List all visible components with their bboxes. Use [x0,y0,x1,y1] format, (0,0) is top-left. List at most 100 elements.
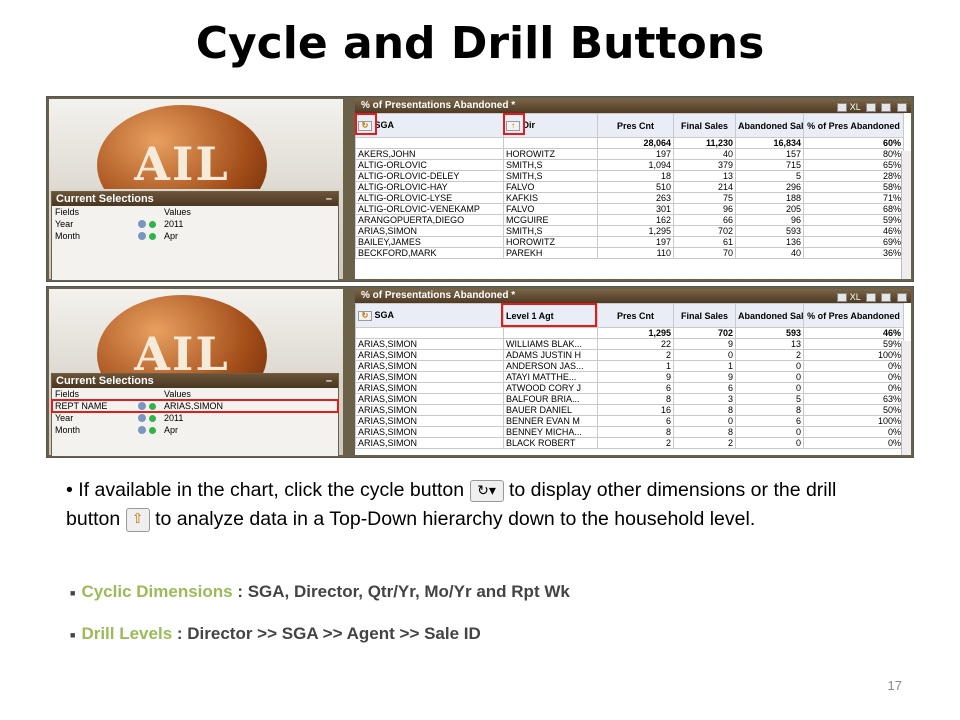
cycle-icon[interactable]: ↻ [358,310,372,321]
table-cell[interactable]: ARANGOPUERTA,DIEGO [355,214,504,226]
table-cell[interactable]: BALFOUR BRIA... [503,393,598,405]
search-icon[interactable] [138,426,146,434]
selection-row[interactable]: Month Apr [52,424,338,436]
print-icon[interactable] [837,103,848,113]
table-row[interactable]: ARIAS,SIMON ATWOOD CORY J 6 6 0 0% [355,382,904,394]
column-header[interactable]: Abandoned Sales [735,113,804,138]
selection-row[interactable]: Year 2011 [52,412,338,424]
table-row[interactable]: ALTIG-ORLOVIC-DELEY SMITH,S 18 13 5 28% [355,170,904,182]
table-cell[interactable]: HOROWITZ [503,148,598,160]
column-header-sga[interactable]: ↻ SGA [355,303,504,328]
table-cell[interactable]: ARIAS,SIMON [355,393,504,405]
table-row[interactable]: ARIAS,SIMON ANDERSON JAS... 1 1 0 0% [355,360,904,372]
search-icon[interactable] [138,402,146,410]
table-cell[interactable]: ALTIG-ORLOVIC-LYSE [355,192,504,204]
restore-icon[interactable] [865,293,876,303]
table-row[interactable]: ARIAS,SIMON SMITH,S 1,295 702 593 46% [355,225,904,237]
table-row[interactable]: ALTIG-ORLOVIC-VENEKAMP FALVO 301 96 205 68% [355,203,904,215]
table-cell[interactable]: ALTIG-ORLOVIC-HAY [355,181,504,193]
selection-row[interactable]: Year 2011 [52,218,338,230]
table-row[interactable]: BECKFORD,MARK PAREKH 110 70 40 36% [355,247,904,259]
table-cell[interactable]: BENNEY MICHA... [503,426,598,438]
export-excel-button[interactable]: XL [850,292,861,302]
table-cell[interactable]: ARIAS,SIMON [355,382,504,394]
table-cell[interactable]: ARIAS,SIMON [355,371,504,383]
column-header[interactable]: Pres Cnt [597,113,674,138]
table-cell[interactable]: BECKFORD,MARK [355,247,504,259]
export-excel-button[interactable]: XL [850,102,861,112]
minimize-icon[interactable] [881,103,892,113]
table-row[interactable]: ARIAS,SIMON ATAYI MATTHE... 9 9 0 0% [355,371,904,383]
table-cell[interactable]: ARIAS,SIMON [355,225,504,237]
selection-row[interactable]: Month Apr [52,230,338,242]
column-header[interactable]: Final Sales [673,113,736,138]
maximize-icon[interactable] [897,293,907,303]
vertical-scrollbar[interactable] [901,341,911,455]
table-cell[interactable]: ARIAS,SIMON [355,349,504,361]
column-header[interactable]: % of Pres Abandoned [803,113,904,138]
table-cell[interactable]: ADAMS JUSTIN H [503,349,598,361]
vertical-scrollbar[interactable] [901,151,911,279]
maximize-icon[interactable] [897,103,907,113]
table-row[interactable]: ARIAS,SIMON BLACK ROBERT 2 2 0 0% [355,437,904,449]
minimize-icon[interactable]: – [326,192,332,206]
table-cell[interactable]: ARIAS,SIMON [355,437,504,449]
table-cell[interactable]: ALTIG-ORLOVIC-DELEY [355,170,504,182]
table-row[interactable]: ARIAS,SIMON WILLIAMS BLAK... 22 9 13 59% [355,338,904,350]
table-cell[interactable]: PAREKH [503,247,598,259]
search-icon[interactable] [138,220,146,228]
table-cell[interactable]: ARIAS,SIMON [355,404,504,416]
table-cell[interactable]: FALVO [503,181,598,193]
table-row[interactable]: ARIAS,SIMON ADAMS JUSTIN H 2 0 2 100% [355,349,904,361]
restore-icon[interactable] [865,103,876,113]
minimize-icon[interactable] [881,293,892,303]
table-cell[interactable]: BLACK ROBERT [503,437,598,449]
table-row[interactable]: ALTIG-ORLOVIC-HAY FALVO 510 214 296 58% [355,181,904,193]
table-cell[interactable]: BAUER DANIEL [503,404,598,416]
table-cell[interactable]: ARIAS,SIMON [355,360,504,372]
table-cell[interactable]: ATWOOD CORY J [503,382,598,394]
table-row[interactable]: ARIAS,SIMON BAUER DANIEL 16 8 8 50% [355,404,904,416]
table-cell[interactable]: ARIAS,SIMON [355,415,504,427]
print-icon[interactable] [837,293,848,303]
table-row[interactable]: ARIAS,SIMON BALFOUR BRIA... 8 3 5 63% [355,393,904,405]
table-row[interactable]: ALTIG-ORLOVIC-LYSE KAFKIS 263 75 188 71% [355,192,904,204]
table-cell[interactable]: ALTIG-ORLOVIC-VENEKAMP [355,203,504,215]
search-icon[interactable] [138,232,146,240]
table-row[interactable]: AKERS,JOHN HOROWITZ 197 40 157 80% [355,148,904,160]
table-cell[interactable]: ANDERSON JAS... [503,360,598,372]
table-row[interactable]: ARANGOPUERTA,DIEGO MCGUIRE 162 66 96 59% [355,214,904,226]
column-header-sga[interactable]: ↻ SGA [355,113,504,138]
selection-row-rept-name[interactable]: REPT NAME ARIAS,SIMON [51,399,339,413]
lock-status-icon[interactable] [149,221,156,228]
search-icon[interactable] [138,414,146,422]
table-cell[interactable]: AKERS,JOHN [355,148,504,160]
lock-status-icon[interactable] [149,415,156,422]
table-cell[interactable]: ATAYI MATTHE... [503,371,598,383]
table-row[interactable]: ARIAS,SIMON BENNEY MICHA... 8 8 0 0% [355,426,904,438]
table-cell[interactable]: HOROWITZ [503,236,598,248]
table-cell[interactable]: ARIAS,SIMON [355,426,504,438]
table-cell[interactable]: ALTIG-ORLOVIC [355,159,504,171]
column-header[interactable]: Final Sales [673,303,736,328]
table-cell[interactable]: FALVO [503,203,598,215]
minimize-icon[interactable]: – [326,374,332,388]
table-cell[interactable]: WILLIAMS BLAK... [503,338,598,350]
lock-status-icon[interactable] [149,403,156,410]
table-row[interactable]: ALTIG-ORLOVIC SMITH,S 1,094 379 715 65% [355,159,904,171]
table-row[interactable]: BAILEY,JAMES HOROWITZ 197 61 136 69% [355,236,904,248]
column-header[interactable]: Abandoned Sales [735,303,804,328]
column-header[interactable]: % of Pres Abandoned [803,303,904,328]
table-row[interactable]: ARIAS,SIMON BENNER EVAN M 6 0 6 100% [355,415,904,427]
lock-status-icon[interactable] [149,233,156,240]
table-cell[interactable]: BENNER EVAN M [503,415,598,427]
table-cell[interactable]: KAFKIS [503,192,598,204]
column-header[interactable]: Pres Cnt [597,303,674,328]
table-cell[interactable]: SMITH,S [503,170,598,182]
table-cell[interactable]: BAILEY,JAMES [355,236,504,248]
table-cell[interactable]: SMITH,S [503,159,598,171]
table-cell[interactable]: MCGUIRE [503,214,598,226]
lock-status-icon[interactable] [149,427,156,434]
table-cell[interactable]: ARIAS,SIMON [355,338,504,350]
table-cell[interactable]: SMITH,S [503,225,598,237]
